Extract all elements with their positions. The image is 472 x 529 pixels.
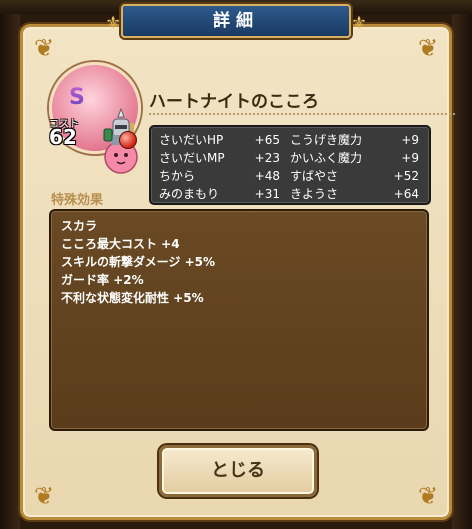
background-left-edge xyxy=(0,14,20,529)
stat-value: +31 xyxy=(254,187,280,201)
close-button[interactable]: とじる xyxy=(159,445,317,497)
stat-value: +23 xyxy=(254,151,280,165)
rank-badge: S xyxy=(45,55,85,110)
stat-value: +64 xyxy=(393,187,419,201)
stat-name: さいだいHP xyxy=(159,133,224,147)
effect-item: ガード率 +2% xyxy=(61,273,144,287)
stat-name: こうげき魔力 xyxy=(290,133,363,147)
effect-item: スキルの斬撃ダメージ +5% xyxy=(61,255,216,269)
stat-row: さいだいMP +23 かいふく魔力 +9 xyxy=(159,149,421,167)
background-right-edge xyxy=(452,14,472,529)
stat-name: きようさ xyxy=(290,187,339,201)
corner-ornament-icon: ❦ xyxy=(417,482,439,510)
stat-value: +52 xyxy=(393,169,419,183)
page-title: 詳細 xyxy=(213,11,259,31)
stat-row: みのまもり +31 きようさ +64 xyxy=(159,185,421,203)
element-orb-icon xyxy=(119,131,137,149)
fleur-ornament-icon: ⚜ xyxy=(350,13,367,34)
stat-value: +65 xyxy=(254,133,280,147)
title-banner: ⚜ 詳細 ⚜ xyxy=(105,4,367,38)
effect-item: こころ最大コスト +4 xyxy=(61,237,180,251)
stat-name: さいだいMP xyxy=(159,151,225,165)
effect-item: 不利な状態変化耐性 +5% xyxy=(61,291,204,305)
stat-name: かいふく魔力 xyxy=(290,151,363,165)
corner-ornament-icon: ❦ xyxy=(417,34,439,62)
corner-ornament-icon: ❦ xyxy=(33,482,55,510)
heart-name: ハートナイトのこころ xyxy=(149,92,319,112)
fleur-ornament-icon: ⚜ xyxy=(105,13,122,34)
special-effects-box: スカラ こころ最大コスト +4 スキルの斬撃ダメージ +5% ガード率 +2% … xyxy=(49,209,429,431)
detail-panel: ❦ ❦ ❦ ❦ S コスト 62 ハートナイトのこころ さいだいHP +65 こう… xyxy=(20,24,455,520)
stat-row: さいだいHP +65 こうげき魔力 +9 xyxy=(159,131,421,149)
divider xyxy=(149,113,455,115)
effect-item: スカラ xyxy=(61,219,98,233)
stat-name: ちから xyxy=(159,169,196,183)
rank-letter: S xyxy=(69,85,85,110)
stats-box: さいだいHP +65 こうげき魔力 +9 さいだいMP +23 かいふく魔力 +9 ちか… xyxy=(149,125,431,205)
stat-name: すばやさ xyxy=(290,169,339,183)
special-effects-label: 特殊効果 xyxy=(51,193,104,208)
cost-value: 62 xyxy=(49,125,77,149)
stat-name: みのまもり xyxy=(159,187,220,201)
stat-value: +9 xyxy=(401,151,419,165)
stat-row: ちから +48 すばやさ +52 xyxy=(159,167,421,185)
stat-value: +48 xyxy=(254,169,280,183)
stat-value: +9 xyxy=(401,133,419,147)
